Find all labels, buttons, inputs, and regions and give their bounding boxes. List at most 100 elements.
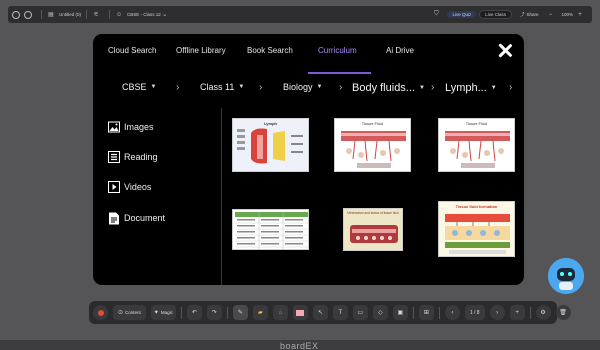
tab-book-search[interactable]: Book Search: [247, 46, 293, 55]
top-right-controls: ⛉ Live Quiz Live Class ⤴ Share − 100% +: [432, 10, 588, 19]
tab-cloud-search[interactable]: Cloud Search: [108, 46, 156, 55]
sidebar-item-images[interactable]: Images: [108, 121, 154, 133]
image-thumbnail[interactable]: Tissue Fluid: [438, 118, 515, 172]
share-label: Share: [526, 12, 539, 17]
divider: [529, 306, 531, 319]
live-quiz-button[interactable]: Live Quiz: [447, 11, 477, 18]
sidebar-item-reading[interactable]: Reading: [108, 151, 158, 163]
image-thumbnail[interactable]: [232, 209, 309, 250]
assistant-robot-button[interactable]: [548, 258, 584, 294]
content-button[interactable]: ⊙ Content: [113, 305, 146, 320]
breadcrumb-topic[interactable]: Lymph... ▼: [445, 82, 497, 94]
undo-icon: ↶: [191, 310, 197, 316]
back-icon[interactable]: [24, 10, 32, 19]
text-tool-button[interactable]: T: [332, 305, 348, 320]
document-icon: [108, 212, 120, 225]
undo-button[interactable]: ↶: [186, 305, 202, 320]
chevron-right-icon[interactable]: ›: [509, 82, 512, 93]
live-quiz-label: Live Quiz: [452, 12, 472, 17]
magic-button[interactable]: ✦ Magic: [150, 305, 176, 320]
prev-page-button[interactable]: ‹: [444, 305, 460, 320]
divider: [438, 306, 440, 319]
caret-down-icon: ▼: [316, 84, 323, 90]
select-tool-button[interactable]: ↖: [312, 305, 328, 320]
content-type-sidebar: Images Reading Videos Document: [93, 114, 221, 284]
divider: [109, 10, 111, 19]
image-thumbnail[interactable]: Tissue fluid formation: [438, 201, 515, 257]
breadcrumb-board[interactable]: CBSE ▼: [122, 82, 156, 92]
image-thumbnail[interactable]: Mechanism and status of tissue fluid: [343, 208, 403, 251]
tissue-mechanism-graphic: [350, 225, 398, 243]
live-class-button[interactable]: Live Class: [479, 10, 512, 19]
share-button[interactable]: ⤴ Share: [515, 11, 544, 19]
divider: [41, 10, 42, 19]
robot-icon: [548, 258, 584, 294]
tab-offline-library[interactable]: Offline Library: [176, 46, 226, 55]
breadcrumb-class[interactable]: Class 11 ▼: [200, 82, 244, 92]
sidebar-item-label: Images: [124, 122, 154, 132]
document-title[interactable]: Untitled (0): [59, 12, 81, 17]
sidebar-item-label: Videos: [124, 182, 152, 192]
image-thumbnail[interactable]: Tissue Fluid: [334, 118, 411, 172]
zoom-in-icon[interactable]: +: [576, 11, 584, 19]
settings-button[interactable]: ⚙: [535, 305, 551, 320]
chevron-right-icon: ›: [176, 82, 180, 93]
chevron-right-icon: ›: [496, 309, 499, 316]
highlighter-icon: ▰: [258, 310, 263, 316]
settings-sliders-icon[interactable]: ⚟: [92, 11, 100, 19]
breadcrumb-class-label: Class 11: [200, 82, 235, 92]
sidebar-item-document[interactable]: Document: [108, 212, 165, 225]
chevron-down-icon[interactable]: ⌄: [161, 11, 169, 19]
brand-logo: boardEX: [280, 341, 319, 350]
eraser-tool-button[interactable]: ⌂: [272, 305, 288, 320]
image-thumbnail[interactable]: Lymph: [232, 118, 309, 172]
share-icon: ⤴: [519, 11, 525, 17]
sidebar-item-videos[interactable]: Videos: [108, 181, 151, 193]
shield-icon[interactable]: ⛉: [432, 11, 440, 19]
page-counter[interactable]: 1 / 8: [464, 305, 485, 320]
record-button[interactable]: [93, 305, 108, 320]
user-icon: ☺: [115, 11, 123, 18]
media-button[interactable]: ▣: [392, 305, 408, 320]
highlighter-tool-button[interactable]: ▰: [252, 305, 268, 320]
grid-icon: ⊞: [423, 310, 429, 316]
grid-view-button[interactable]: ⊞: [418, 305, 434, 320]
breadcrumb-topic-label: Lymph...: [445, 82, 487, 94]
color-swatch-button[interactable]: [292, 305, 308, 320]
magic-label: Magic: [160, 310, 173, 315]
chevron-left-icon: ‹: [451, 309, 454, 316]
next-page-button[interactable]: ›: [489, 305, 505, 320]
add-page-button[interactable]: +: [509, 305, 525, 320]
magic-wand-icon: ✦: [153, 310, 159, 316]
breadcrumb-board-label: CBSE: [122, 82, 147, 92]
close-icon[interactable]: [498, 43, 512, 57]
breadcrumb-chapter[interactable]: Body fluids... ▼: [352, 82, 425, 94]
trash-icon: 🗑: [559, 310, 567, 316]
redo-button[interactable]: ↷: [206, 305, 222, 320]
tab-ai-drive[interactable]: Ai Drive: [386, 46, 414, 55]
plus-icon: +: [515, 309, 519, 316]
delete-button[interactable]: 🗑: [555, 305, 571, 320]
sticky-note-button[interactable]: ▭: [352, 305, 368, 320]
table-graphic: [235, 212, 308, 249]
tissue-fluid-graphic: [341, 131, 406, 168]
caret-down-icon: ▼: [238, 84, 245, 90]
gear-icon: ⚙: [540, 310, 546, 316]
breadcrumb-subject[interactable]: Biology ▼: [283, 82, 322, 92]
breadcrumb: CBSE ▼ › Class 11 ▼ › Biology ▼ › Body flui…: [93, 82, 524, 100]
page-counter-label: 1 / 8: [469, 309, 480, 316]
bottom-toolbar: ⊙ Content ✦ Magic ↶ ↷ ✎ ▰ ⌂ ↖ T ▭ ◇ ▣ ⊞ ‹ …: [89, 301, 571, 324]
pen-tool-button[interactable]: ✎: [232, 305, 248, 320]
class-selector[interactable]: CBSE - Class 12: [127, 12, 161, 17]
tab-curriculum[interactable]: Curriculum: [318, 46, 357, 55]
menu-icon[interactable]: [12, 10, 20, 19]
shapes-tool-button[interactable]: ◇: [372, 305, 388, 320]
breadcrumb-chapter-label: Body fluids...: [352, 82, 415, 94]
modal-tabs: Cloud Search Offline Library Book Search…: [93, 44, 524, 74]
thumbnail-title: Tissue Fluid: [465, 121, 488, 126]
color-swatch-icon: [296, 309, 305, 316]
caret-down-icon: ▼: [418, 85, 425, 91]
chevron-right-icon: ›: [431, 82, 435, 93]
zoom-out-icon[interactable]: −: [546, 11, 554, 19]
breadcrumb-subject-label: Biology: [283, 82, 313, 92]
